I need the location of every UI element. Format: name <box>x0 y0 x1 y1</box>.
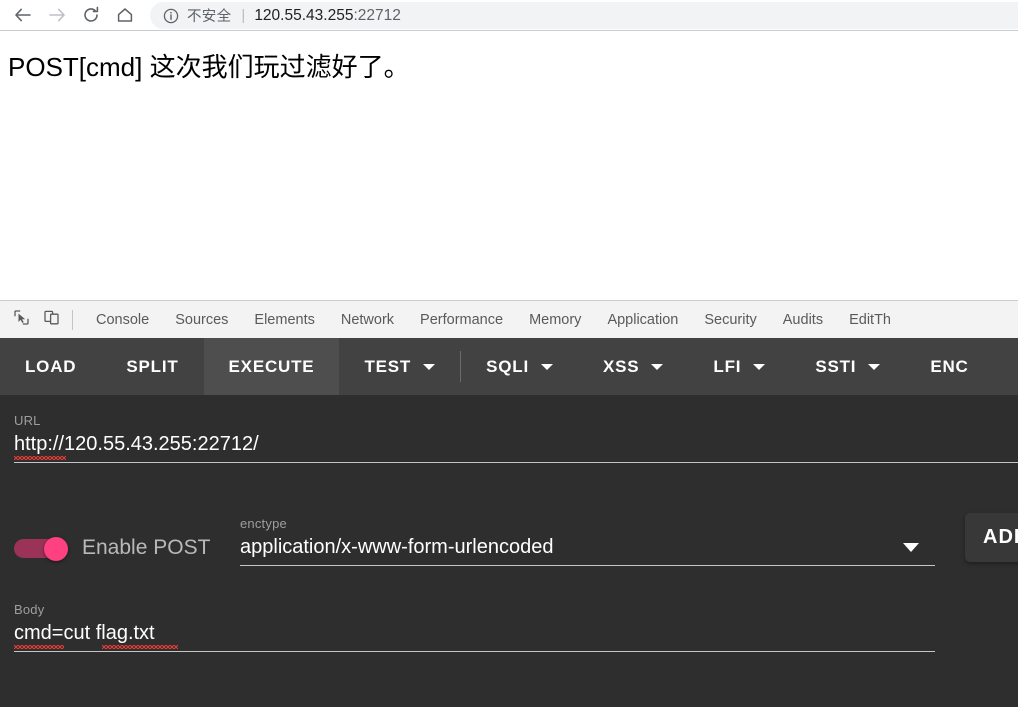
chevron-down-icon <box>868 363 881 370</box>
spellcheck-squiggle <box>14 645 64 649</box>
inspect-element-icon <box>13 309 30 331</box>
toolbar-label-test: TEST <box>364 356 412 376</box>
chevron-down-icon <box>423 363 436 370</box>
back-button[interactable] <box>6 1 40 29</box>
toolbar-button-sqli[interactable]: SQLI <box>461 338 578 395</box>
body-field-group: Body cmd=cut flag.txt <box>0 602 1018 651</box>
toolbar-button-load[interactable]: LOAD <box>0 338 101 395</box>
address-bar[interactable]: 不安全 | 120.55.43.255:22712 <box>150 2 1018 29</box>
page-viewport: POST[cmd] 这次我们玩过滤好了。 <box>0 31 1018 300</box>
url-field-group: URL http://120.55.43.255:22712/ <box>0 413 1018 462</box>
url-host: 120.55.43.255 <box>254 6 354 24</box>
url-port: :22712 <box>353 6 401 24</box>
page-body-text: POST[cmd] 这次我们玩过滤好了。 <box>8 52 410 82</box>
enctype-label: enctype <box>240 516 287 531</box>
devtools-tab-console[interactable]: Console <box>83 308 162 332</box>
forward-arrow-icon <box>47 5 67 25</box>
toolbar-button-lfi[interactable]: LFI <box>688 338 790 395</box>
body-input-underline <box>14 651 935 652</box>
device-toolbar-icon <box>43 309 60 331</box>
url-input-value: http://120.55.43.255:22712/ <box>14 433 259 455</box>
hackbar-form: URL http://120.55.43.255:22712/ Enable P… <box>0 395 1018 652</box>
toolbar-label-execute: EXECUTE <box>228 356 315 376</box>
toolbar-label-sqli: SQLI <box>486 356 529 376</box>
spellcheck-squiggle <box>14 456 66 460</box>
enable-post-group[interactable]: Enable POST <box>14 536 240 566</box>
hackbar-panel: LOAD SPLIT EXECUTE TEST SQLI XSS LFI SST… <box>0 338 1018 707</box>
toolbar-label-lfi: LFI <box>713 356 742 376</box>
devtools-tab-sources[interactable]: Sources <box>162 308 241 332</box>
enctype-selected-value: application/x-www-form-urlencoded <box>240 536 554 558</box>
spellcheck-squiggle <box>102 645 178 649</box>
body-input[interactable]: cmd=cut flag.txt <box>14 622 178 651</box>
enable-post-label: Enable POST <box>82 536 211 559</box>
devtools-tab-security[interactable]: Security <box>691 308 769 332</box>
enable-post-toggle[interactable] <box>14 537 68 561</box>
toolbar-button-split[interactable]: SPLIT <box>101 338 203 395</box>
devtools-tab-memory[interactable]: Memory <box>516 308 594 332</box>
reload-button[interactable] <box>74 1 108 29</box>
post-row: Enable POST enctype application/x-www-fo… <box>0 513 1018 566</box>
url-input-underline <box>14 462 1018 463</box>
devtools-tab-audits[interactable]: Audits <box>770 308 836 332</box>
address-bar-url: 120.55.43.255:22712 <box>254 7 401 25</box>
devtools-tab-editthiscookie[interactable]: EditTh <box>836 308 904 332</box>
devtools-tab-strip: Console Sources Elements Network Perform… <box>0 300 1018 338</box>
body-field-label: Body <box>14 602 45 617</box>
devtools-tab-performance[interactable]: Performance <box>407 308 516 332</box>
toolbar-label-enc: ENC <box>930 356 969 376</box>
toolbar-label-load: LOAD <box>25 356 77 376</box>
device-toolbar-button[interactable] <box>36 306 66 334</box>
toolbar-button-execute[interactable]: EXECUTE <box>203 338 340 395</box>
toolbar-divider <box>72 309 73 330</box>
home-button[interactable] <box>108 1 142 29</box>
toolbar-label-split: SPLIT <box>126 356 179 376</box>
info-circle-icon[interactable] <box>162 7 180 25</box>
url-field-label: URL <box>14 413 41 428</box>
chevron-down-icon <box>903 543 919 552</box>
toolbar-button-enc[interactable]: ENC <box>905 338 993 395</box>
reload-icon <box>81 5 101 25</box>
add-button[interactable]: ADD <box>965 513 1018 562</box>
devtools-tab-network[interactable]: Network <box>328 308 407 332</box>
back-arrow-icon <box>13 5 33 25</box>
forward-button[interactable] <box>40 1 74 29</box>
inspect-element-button[interactable] <box>6 306 36 334</box>
toolbar-button-ssti[interactable]: SSTI <box>790 338 905 395</box>
enctype-select[interactable]: application/x-www-form-urlencoded <box>240 536 935 565</box>
chevron-down-icon <box>651 363 664 370</box>
home-icon <box>115 5 135 25</box>
toolbar-label-xss: XSS <box>602 356 640 376</box>
toolbar-label-ssti: SSTI <box>815 356 857 376</box>
chevron-down-icon <box>540 363 553 370</box>
devtools-tab-elements[interactable]: Elements <box>241 308 327 332</box>
toolbar-button-xss[interactable]: XSS <box>578 338 688 395</box>
enctype-field-group: enctype application/x-www-form-urlencode… <box>240 516 935 566</box>
chevron-down-icon <box>753 363 766 370</box>
hackbar-toolbar: LOAD SPLIT EXECUTE TEST SQLI XSS LFI SST… <box>0 338 1018 395</box>
omnibox-separator: | <box>241 7 246 24</box>
url-input[interactable]: http://120.55.43.255:22712/ <box>14 433 259 462</box>
toolbar-button-test[interactable]: TEST <box>339 338 460 395</box>
toggle-knob <box>44 537 68 561</box>
browser-toolbar: 不安全 | 120.55.43.255:22712 <box>0 0 1018 31</box>
body-input-value: cmd=cut flag.txt <box>14 622 155 644</box>
devtools-tab-application[interactable]: Application <box>594 308 691 332</box>
security-status-label: 不安全 <box>187 9 232 25</box>
enctype-underline <box>240 565 935 566</box>
